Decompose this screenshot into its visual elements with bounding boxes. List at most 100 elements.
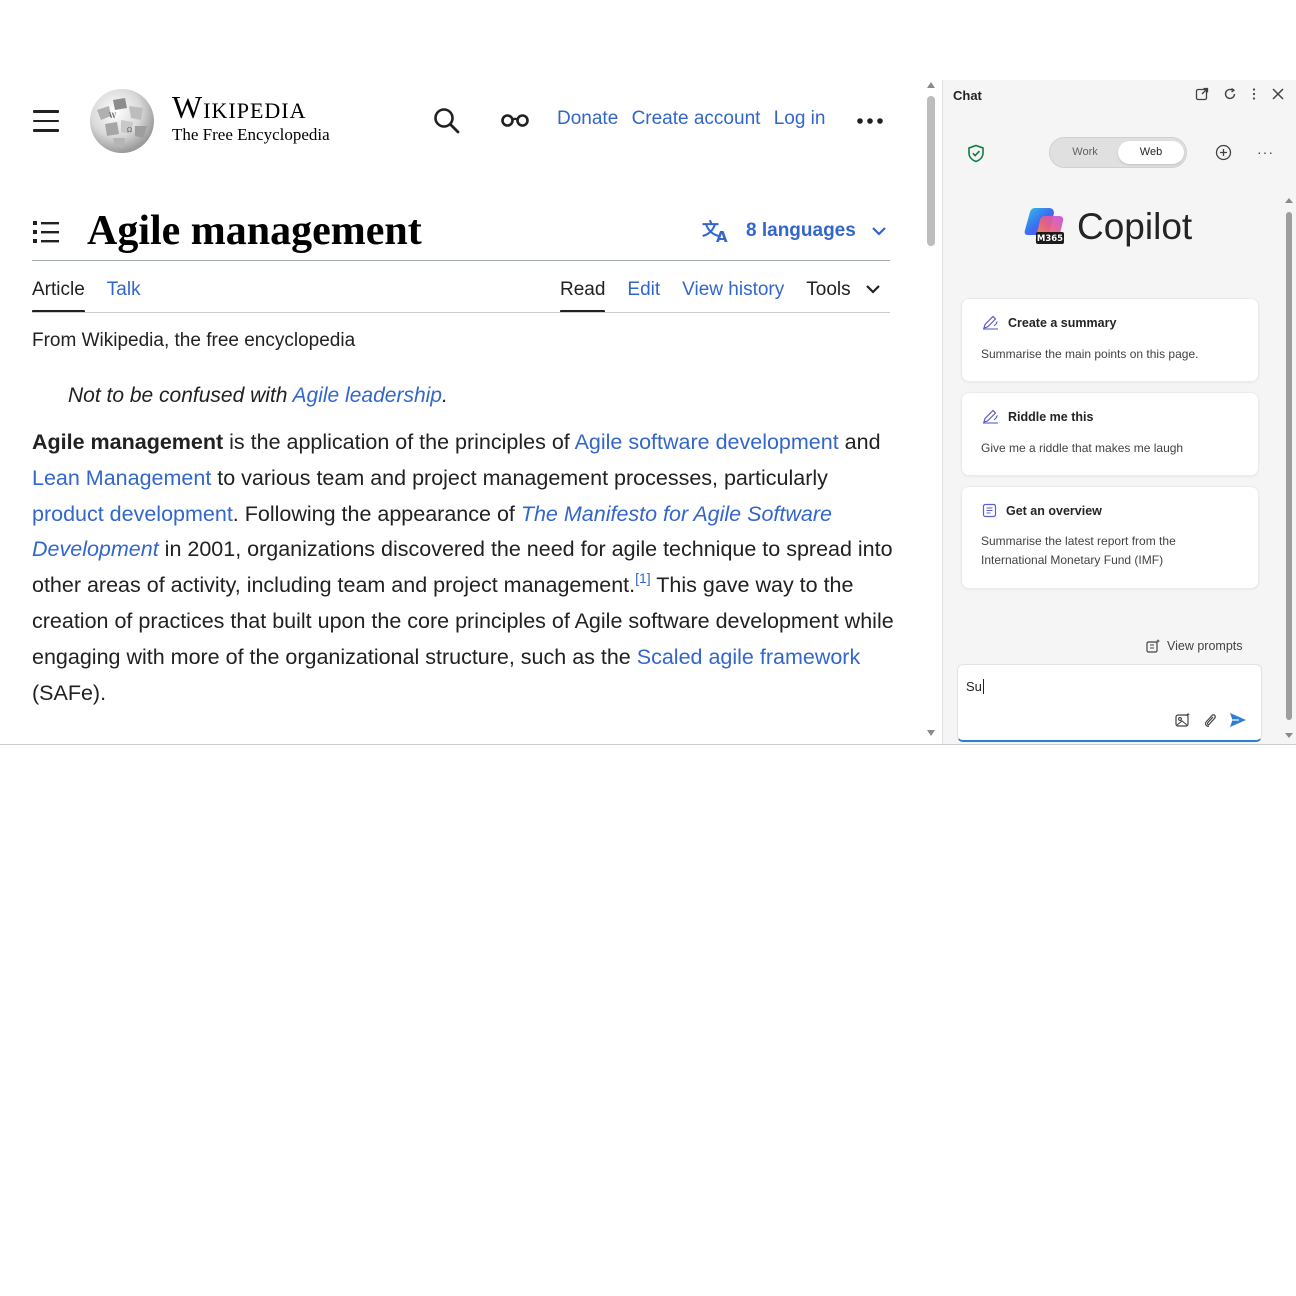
svg-text:Ω: Ω — [127, 127, 132, 134]
card-title: Riddle me this — [1008, 409, 1094, 424]
paragraph-text: . Following the appearance of — [232, 501, 521, 526]
open-in-new-icon[interactable] — [1195, 87, 1209, 101]
scroll-down-icon[interactable] — [927, 730, 935, 736]
paragraph-text: is the application of the principles of — [223, 430, 575, 454]
site-subtitle: From Wikipedia, the free encyclopedia — [32, 330, 356, 351]
tabs-divider — [32, 312, 890, 313]
agile-leadership-link[interactable]: Agile leadership — [293, 384, 442, 407]
work-web-toggle[interactable]: Work Web — [1049, 137, 1187, 168]
more-options-icon[interactable]: ··· — [1257, 144, 1274, 160]
card-header: Get an overview — [982, 503, 1102, 518]
sidebar-header-actions — [1195, 87, 1285, 101]
chat-input-actions — [1174, 712, 1247, 728]
document-list-icon — [982, 503, 997, 518]
m365-badge: M365 — [1037, 234, 1063, 244]
copilot-sidebar: Chat Work Web ··· M365 Copilot Create a … — [942, 80, 1296, 744]
chat-input[interactable]: Su — [957, 664, 1262, 742]
scrollbar-thumb[interactable] — [1286, 212, 1292, 720]
copilot-wordmark: Copilot — [1077, 206, 1193, 247]
chat-input-value[interactable]: Su — [966, 679, 984, 694]
chevron-down-icon — [872, 226, 886, 236]
namespace-tabs: Article Talk — [32, 279, 141, 313]
table-of-contents-icon[interactable] — [33, 220, 61, 244]
attach-icon[interactable] — [1203, 712, 1217, 728]
prompt-card-riddle[interactable]: Riddle me this Give me a riddle that mak… — [961, 392, 1259, 476]
main-menu-icon[interactable] — [33, 110, 59, 132]
scroll-up-icon[interactable] — [927, 82, 935, 88]
lean-management-link[interactable]: Lean Management — [32, 466, 211, 490]
close-icon[interactable] — [1271, 87, 1285, 101]
tab-article[interactable]: Article — [32, 279, 85, 313]
sidebar-title: Chat — [953, 88, 982, 103]
mode-web-option[interactable]: Web — [1118, 141, 1184, 164]
languages-button[interactable]: 文 A 8 languages — [702, 218, 900, 244]
wordmark-tagline: The Free Encyclopedia — [172, 125, 330, 144]
browser-frame: W Ω Wikipedia The Free Encyclopedia Dona… — [0, 0, 1296, 745]
tab-view-history[interactable]: View history — [682, 279, 784, 313]
hatnote: Not to be confused with Agile leadership… — [68, 384, 448, 408]
page-scrollbar[interactable] — [922, 80, 940, 740]
card-description: Summarise the main points on this page. — [981, 347, 1199, 361]
svg-text:A: A — [716, 228, 728, 244]
create-account-link[interactable]: Create account — [632, 108, 761, 129]
reference-1-link[interactable]: [1] — [635, 570, 651, 586]
bold-term: Agile management — [32, 430, 224, 454]
tab-tools-label: Tools — [806, 279, 851, 300]
more-options-icon[interactable] — [856, 117, 886, 125]
view-tabs: Read Edit View history Tools — [560, 279, 880, 313]
refresh-icon[interactable] — [1223, 87, 1237, 101]
agile-software-development-link[interactable]: Agile software development — [575, 430, 839, 454]
view-prompts-button[interactable]: View prompts — [1145, 638, 1243, 654]
paragraph-text: to various team and project management p… — [211, 465, 828, 490]
prompt-card-summary[interactable]: Create a summary Summarise the main poin… — [961, 298, 1259, 382]
pen-sparkle-icon — [983, 315, 998, 330]
scaled-agile-framework-link[interactable]: Scaled agile framework — [637, 645, 860, 669]
personal-tools: Donate Create account Log in — [557, 108, 833, 130]
translate-icon: 文 A — [702, 219, 728, 244]
product-development-link[interactable]: product development — [32, 502, 233, 526]
copilot-logo: M365 Copilot — [1023, 206, 1192, 248]
card-header: Create a summary — [982, 315, 1116, 330]
paragraph-text: and — [838, 430, 881, 454]
wikipedia-page: W Ω Wikipedia The Free Encyclopedia Dona… — [0, 0, 922, 744]
chat-input-text: Su — [966, 679, 982, 694]
log-in-link[interactable]: Log in — [774, 108, 826, 129]
wikipedia-wordmark[interactable]: Wikipedia The Free Encyclopedia — [172, 90, 330, 145]
card-header: Riddle me this — [982, 409, 1093, 424]
prompt-library-icon — [1146, 639, 1160, 653]
tab-edit[interactable]: Edit — [627, 279, 660, 313]
scrollbar-thumb[interactable] — [927, 96, 935, 246]
tab-talk[interactable]: Talk — [107, 279, 141, 313]
tab-tools[interactable]: Tools — [806, 279, 880, 313]
donate-link[interactable]: Donate — [557, 108, 618, 129]
search-icon[interactable] — [432, 106, 462, 136]
scroll-down-icon[interactable] — [1285, 733, 1293, 738]
scroll-up-icon[interactable] — [1285, 198, 1293, 203]
mode-work-option[interactable]: Work — [1052, 141, 1118, 164]
reading-preferences-icon[interactable] — [500, 112, 530, 128]
sidebar-header: Chat — [943, 80, 1296, 112]
sidebar-scrollbar[interactable] — [1283, 198, 1295, 738]
m365-copilot-icon: M365 — [1024, 208, 1064, 244]
tab-read[interactable]: Read — [560, 279, 606, 313]
card-title: Get an overview — [1006, 503, 1102, 518]
send-icon[interactable] — [1229, 712, 1247, 728]
text-caret — [982, 679, 984, 694]
image-sparkle-icon[interactable] — [1174, 712, 1191, 728]
new-chat-icon[interactable] — [1215, 144, 1232, 161]
page-title: Agile management — [87, 208, 422, 254]
card-description-line: International Monetary Fund (IMF) — [981, 553, 1164, 567]
hatnote-text: Not to be confused with — [68, 384, 293, 407]
more-vertical-icon[interactable] — [1251, 87, 1257, 101]
wordmark-title: Wikipedia — [172, 89, 307, 125]
view-prompts-label: View prompts — [1167, 639, 1243, 653]
wikipedia-globe-logo[interactable]: W Ω — [87, 86, 157, 156]
prompt-card-overview[interactable]: Get an overview Summarise the latest rep… — [961, 486, 1259, 589]
card-title: Create a summary — [1008, 315, 1117, 330]
shield-check-icon[interactable] — [967, 144, 985, 163]
svg-text:W: W — [109, 112, 117, 120]
chevron-down-icon — [866, 285, 880, 295]
card-description-line: Summarise the latest report from the — [981, 534, 1176, 548]
lead-paragraph: Agile management is the application of t… — [32, 425, 902, 711]
card-description: Summarise the latest report from the Int… — [981, 532, 1241, 570]
